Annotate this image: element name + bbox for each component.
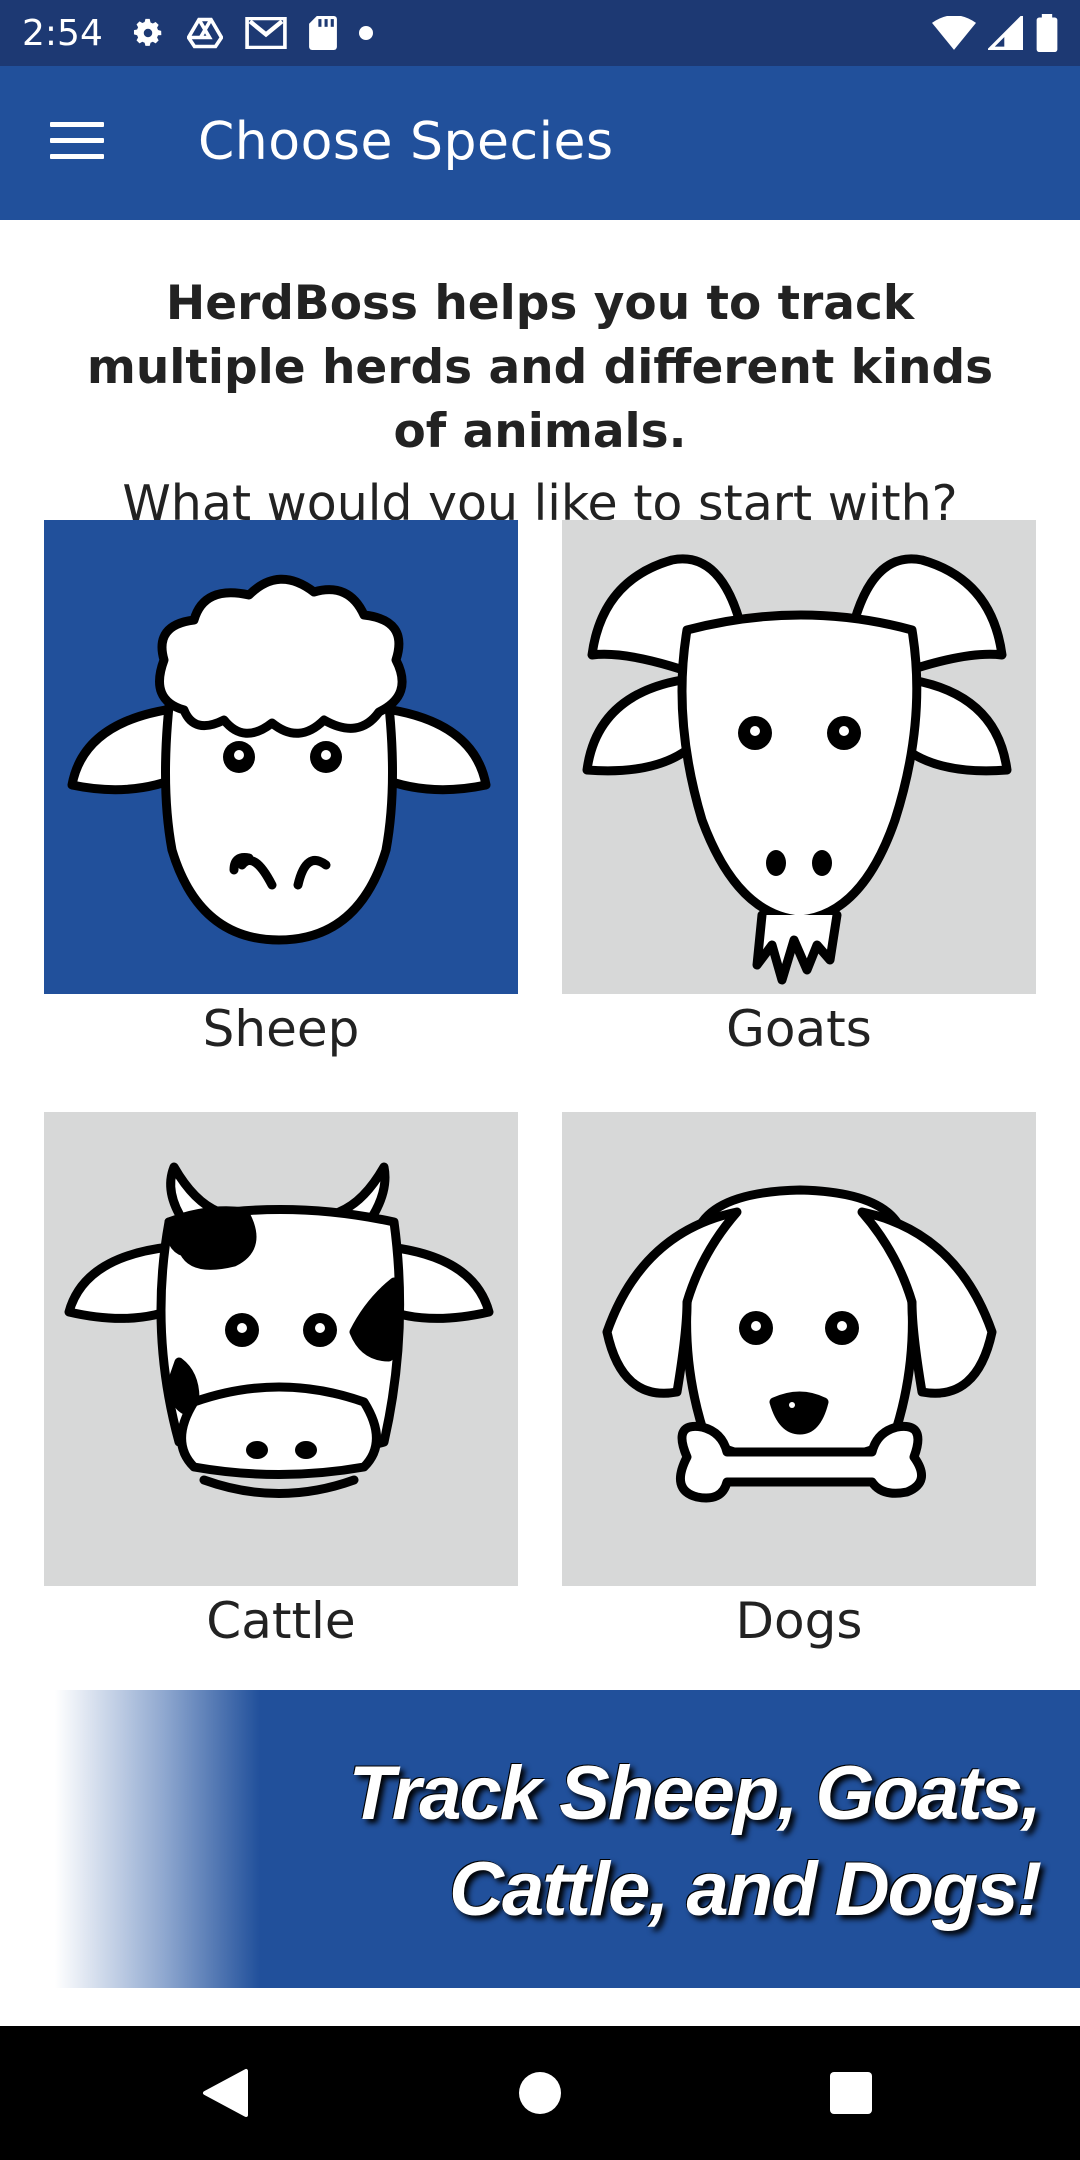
home-icon[interactable]: [470, 2026, 610, 2160]
banner-text: Track Sheep, Goats, Cattle, and Dogs!: [348, 1751, 1042, 1932]
wifi-icon: [932, 16, 976, 50]
hamburger-menu-icon[interactable]: [50, 122, 104, 164]
species-label-sheep: Sheep: [202, 1000, 360, 1058]
promo-banner: Track Sheep, Goats, Cattle, and Dogs!: [45, 1690, 1080, 1988]
intro-headline: HerdBoss helps you to track multiple her…: [86, 276, 994, 459]
species-tile-dogs[interactable]: [562, 1112, 1036, 1586]
status-bar: 2:54: [0, 0, 1080, 66]
intro-section: HerdBoss helps you to track multiple her…: [0, 272, 1080, 536]
species-label-dogs: Dogs: [735, 1592, 863, 1650]
signal-icon: [988, 16, 1023, 50]
page-title: Choose Species: [198, 112, 614, 172]
back-icon[interactable]: [155, 2026, 295, 2160]
gmail-icon: [245, 17, 287, 49]
species-tile-sheep[interactable]: [44, 520, 518, 994]
species-tile-goats[interactable]: [562, 520, 1036, 994]
drive-icon: [186, 17, 223, 49]
recents-icon[interactable]: [781, 2026, 921, 2160]
gear-icon: [133, 18, 162, 46]
battery-icon: [1036, 14, 1058, 52]
species-tile-cattle[interactable]: [44, 1112, 518, 1586]
species-label-goats: Goats: [726, 1000, 872, 1058]
sd-card-icon: [308, 16, 337, 50]
system-nav-bar: [0, 2026, 1080, 2160]
app-bar: Choose Species: [0, 66, 1080, 220]
dot-icon: [358, 26, 373, 40]
status-time: 2:54: [22, 12, 103, 54]
species-label-cattle: Cattle: [206, 1592, 356, 1650]
